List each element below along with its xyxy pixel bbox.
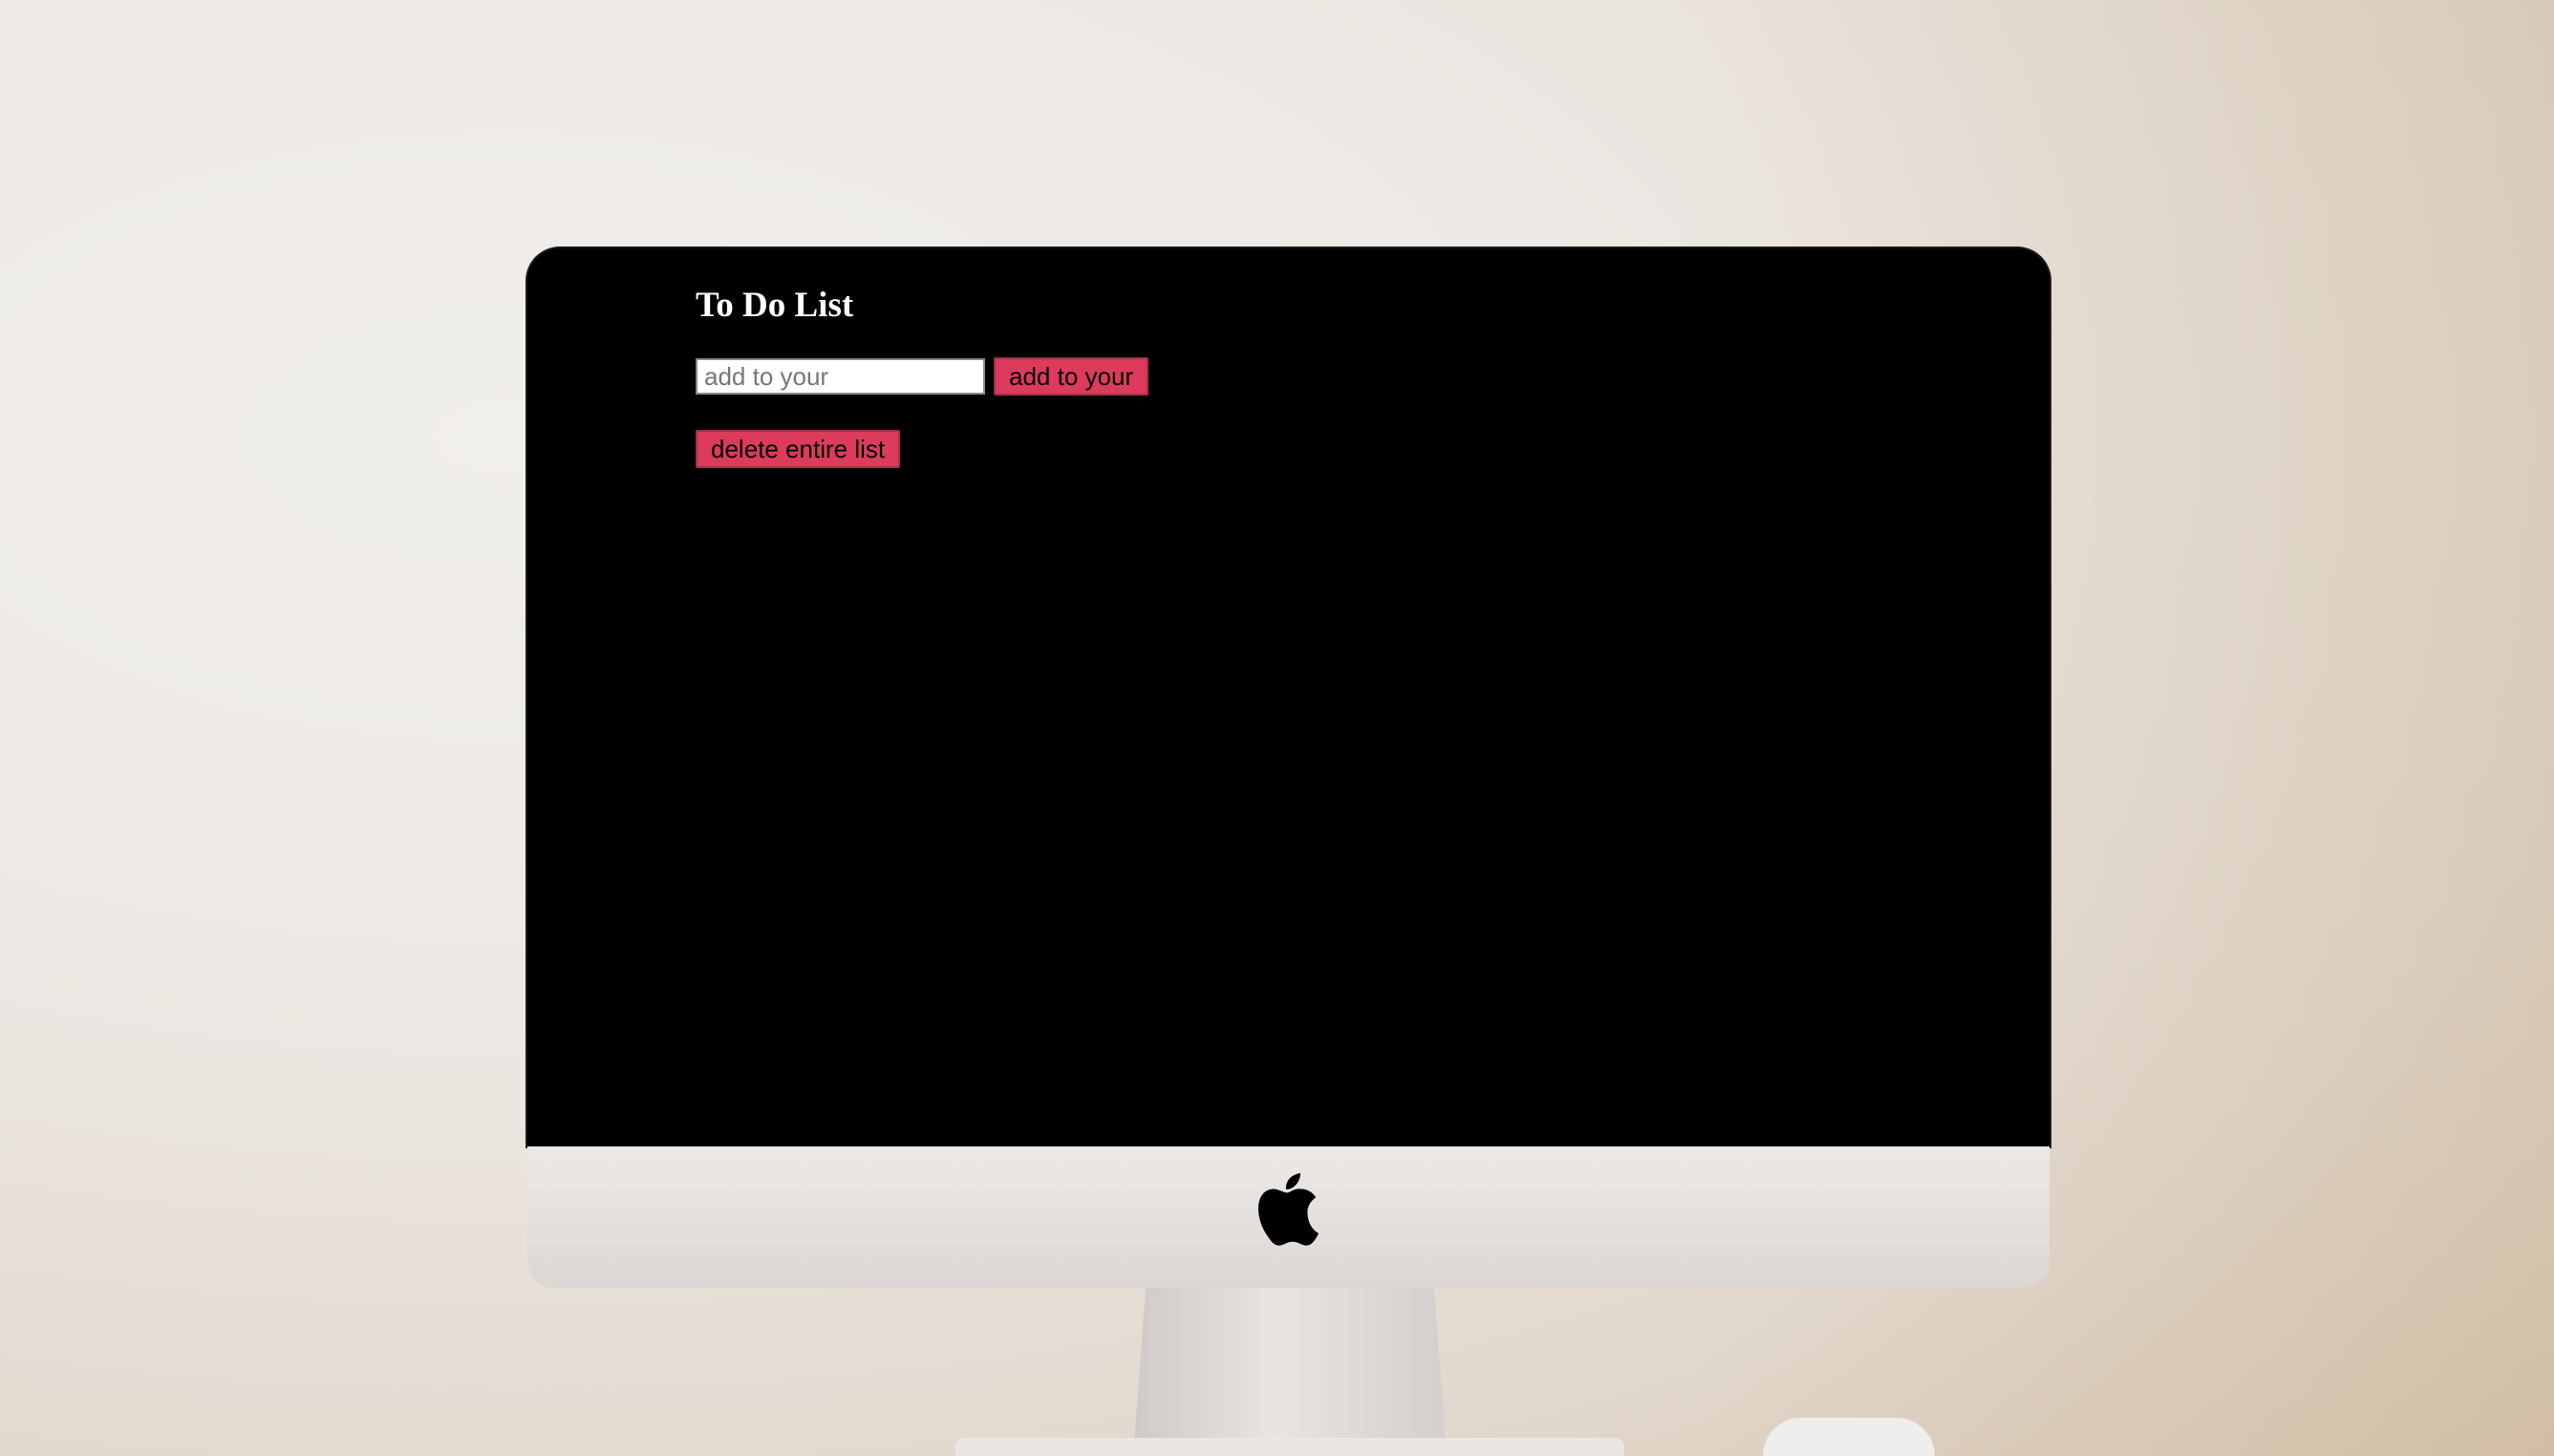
add-item-row: add to your — [696, 357, 1149, 396]
monitor: To Do List add to your delete entire lis… — [527, 248, 2050, 1288]
monitor-screen: To Do List add to your delete entire lis… — [527, 248, 2050, 1146]
delete-row: delete entire list — [696, 430, 1148, 468]
apple-logo-icon — [1258, 1173, 1320, 1246]
mouse — [1763, 1418, 1935, 1456]
todo-input[interactable] — [696, 358, 985, 395]
page-title: To Do List — [696, 286, 854, 325]
keyboard-edge — [955, 1438, 1624, 1456]
monitor-chin — [527, 1146, 2050, 1288]
delete-list-button[interactable]: delete entire list — [696, 430, 901, 468]
add-item-button[interactable]: add to your — [994, 357, 1149, 396]
todo-app: To Do List add to your delete entire lis… — [696, 285, 1149, 468]
monitor-stand — [1133, 1288, 1447, 1456]
